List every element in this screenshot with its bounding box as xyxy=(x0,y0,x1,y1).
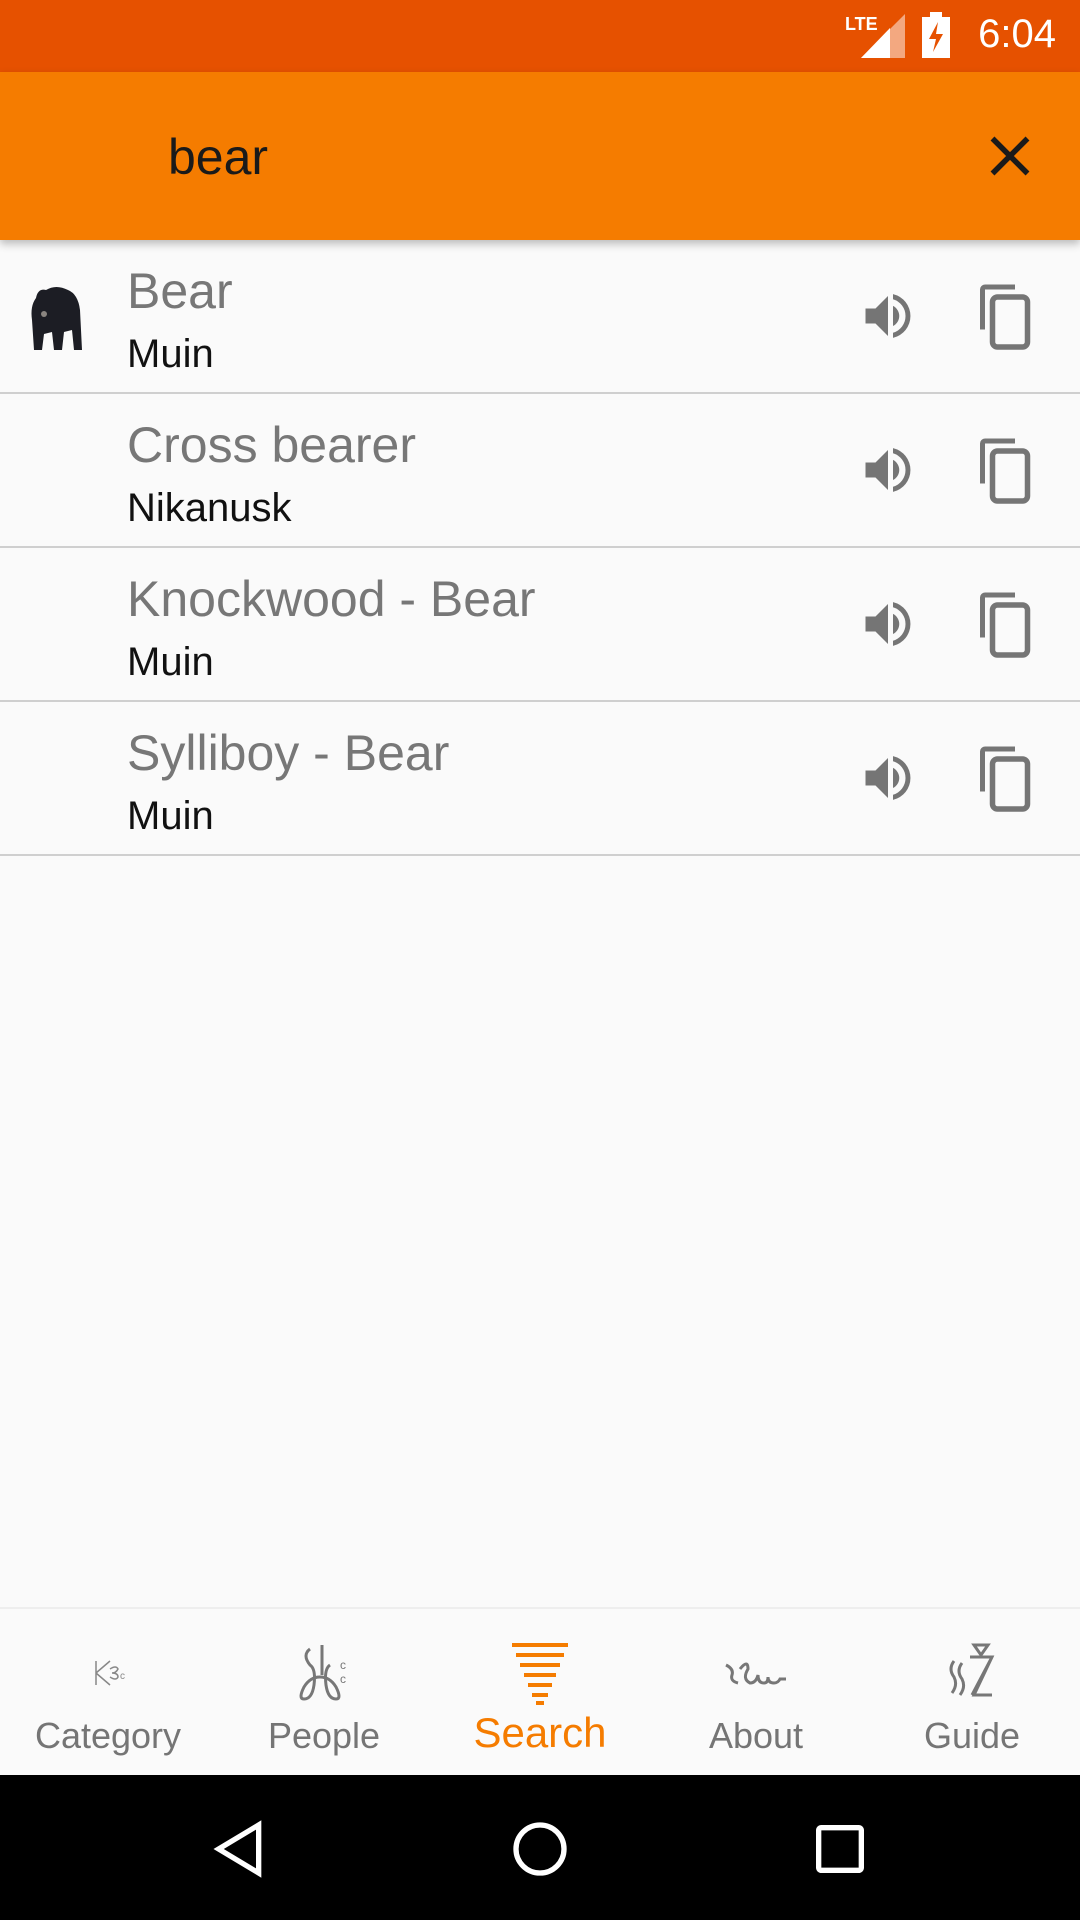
lte-signal-icon: LTE xyxy=(845,14,905,58)
result-row[interactable]: Sylliboy - Bear Muin xyxy=(0,702,1080,856)
system-navigation-bar xyxy=(0,1775,1080,1920)
result-row[interactable]: Bear Muin xyxy=(0,240,1080,394)
copy-icon[interactable] xyxy=(975,744,1035,814)
svg-text:LTE: LTE xyxy=(845,14,878,34)
speaker-icon[interactable] xyxy=(858,748,918,808)
battery-charging-icon xyxy=(922,12,950,58)
guide-glyph-icon xyxy=(949,1643,995,1697)
result-row[interactable]: Cross bearer Nikanusk xyxy=(0,394,1080,548)
tab-label: About xyxy=(708,1715,804,1756)
mikmaq-word: Muin xyxy=(127,332,214,376)
mikmaq-word: Muin xyxy=(127,794,214,838)
search-toolbar xyxy=(0,72,1080,240)
recents-icon[interactable] xyxy=(808,1817,872,1881)
tab-label: Category xyxy=(34,1715,182,1756)
english-word: Knockwood - Bear xyxy=(127,571,536,627)
speaker-icon[interactable] xyxy=(858,594,918,654)
about-glyph-icon xyxy=(725,1662,786,1685)
tab-label: People xyxy=(267,1715,381,1756)
mikmaq-word: Muin xyxy=(127,640,214,684)
copy-icon[interactable] xyxy=(975,590,1035,660)
clock: 6:04 xyxy=(978,12,1056,56)
home-icon[interactable] xyxy=(508,1817,572,1881)
tab-about[interactable]: About xyxy=(648,1609,864,1777)
bottom-navigation: c Category cc People Search About Guide xyxy=(0,1607,1080,1775)
tab-guide[interactable]: Guide xyxy=(864,1609,1080,1777)
svg-text:c: c xyxy=(340,1672,346,1686)
bear-image xyxy=(31,287,82,350)
search-glyph-icon xyxy=(512,1643,568,1705)
speaker-icon[interactable] xyxy=(858,440,918,500)
category-glyph-icon: c xyxy=(95,1660,125,1686)
status-bar: LTE 6:04 xyxy=(0,0,1080,72)
copy-icon[interactable] xyxy=(975,282,1035,352)
search-input[interactable] xyxy=(168,128,868,186)
speaker-icon[interactable] xyxy=(858,286,918,346)
english-word: Bear xyxy=(127,263,233,319)
result-row[interactable]: Knockwood - Bear Muin xyxy=(0,548,1080,702)
back-icon[interactable] xyxy=(208,1817,272,1881)
people-glyph-icon: cc xyxy=(299,1645,346,1701)
tab-label: Search xyxy=(473,1709,607,1756)
tab-label: Guide xyxy=(923,1715,1021,1756)
results-list: Bear Muin Cross bearer Nikanusk Knockwoo… xyxy=(0,240,1080,856)
tab-category[interactable]: c Category xyxy=(0,1609,216,1777)
close-icon[interactable] xyxy=(980,126,1040,186)
tab-people[interactable]: cc People xyxy=(216,1609,432,1777)
svg-text:c: c xyxy=(340,1658,346,1672)
svg-text:c: c xyxy=(120,1671,125,1682)
copy-icon[interactable] xyxy=(975,436,1035,506)
english-word: Sylliboy - Bear xyxy=(127,725,450,781)
english-word: Cross bearer xyxy=(127,417,416,473)
tab-search[interactable]: Search xyxy=(432,1609,648,1777)
mikmaq-word: Nikanusk xyxy=(127,486,292,530)
